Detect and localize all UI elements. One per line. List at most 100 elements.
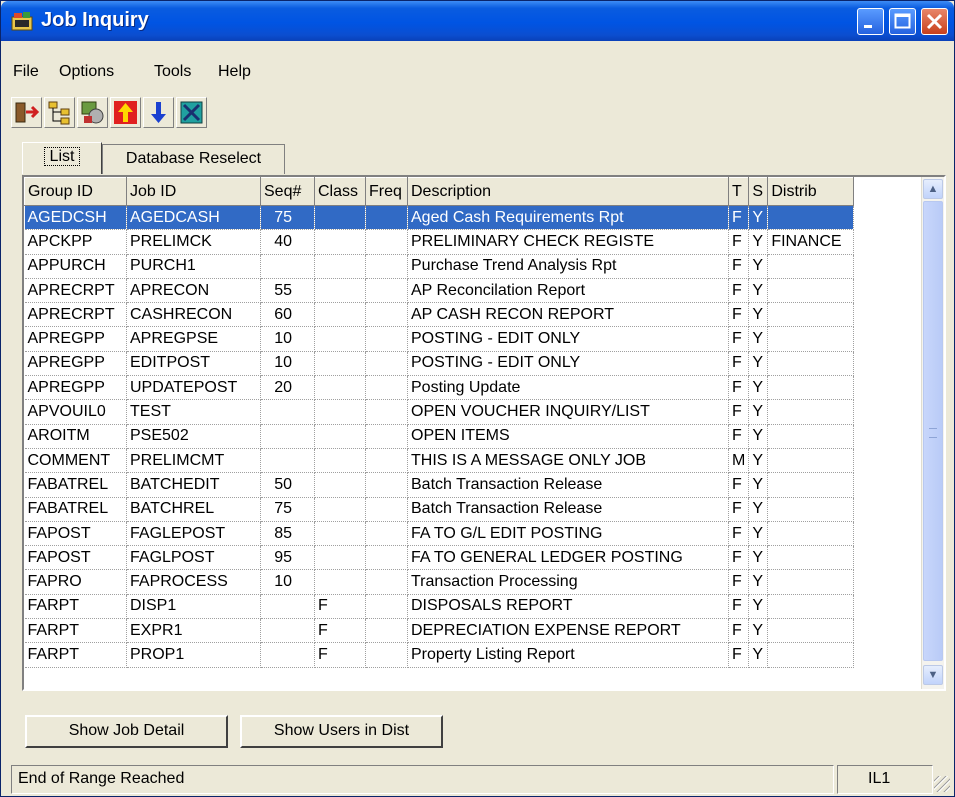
table-cell	[767, 569, 855, 595]
table-cell: F	[728, 254, 750, 279]
table-cell: F	[728, 642, 750, 668]
table-cell: TEST	[126, 399, 261, 425]
show-users-in-dist-button[interactable]: Show Users in Dist	[240, 715, 443, 748]
column-header-group-id[interactable]: Group ID	[24, 177, 127, 206]
table-cell: Posting Update	[407, 375, 729, 401]
table-row[interactable]: APREGPP EDITPOST 10 POSTING - EDIT ONLY F Y	[24, 351, 855, 377]
table-cell	[767, 254, 855, 279]
table-row[interactable]: APCKPP PRELIMCK 40 PRELIMINARY CHECK REGIST…	[24, 229, 855, 255]
table-cell	[767, 302, 855, 328]
table-cell	[365, 424, 408, 449]
tab-list[interactable]: List	[22, 142, 102, 174]
table-cell: Batch Transaction Release	[407, 472, 729, 498]
table-cell: Y	[748, 472, 769, 498]
scroll-up-button[interactable]: ▲	[923, 179, 943, 199]
close-icon	[926, 13, 943, 30]
table-cell	[314, 375, 366, 401]
column-header-freq[interactable]: Freq	[365, 177, 408, 206]
close-button[interactable]	[921, 8, 948, 35]
table-row[interactable]: APREGPP UPDATEPOST 20 Posting Update F Y	[24, 375, 855, 401]
table-cell	[314, 497, 366, 522]
table-row[interactable]: AGEDCSH AGEDCASH 75 Aged Cash Requirements …	[24, 205, 855, 231]
table-row[interactable]: FARPT DISP1 F DISPOSALS REPORT F Y	[24, 594, 855, 620]
job-grid[interactable]: Group ID Job ID Seq# Class Freq Description T S…	[22, 175, 946, 691]
table-cell: DISP1	[126, 594, 261, 620]
scroll-down-button[interactable]: ▼	[923, 665, 943, 685]
table-row[interactable]: APPURCH PURCH1 Purchase Trend Analysis Rpt…	[24, 254, 855, 279]
resize-grip-icon[interactable]	[934, 776, 950, 792]
table-cell: Y	[748, 642, 769, 668]
table-cell: 75	[260, 497, 315, 522]
table-cell: COMMENT	[24, 448, 127, 474]
table-cell	[767, 278, 855, 304]
table-cell: FAPOST	[24, 545, 127, 571]
table-row[interactable]: FABATREL BATCHEDIT 50 Batch Transaction Rel…	[24, 472, 855, 498]
table-row[interactable]: FAPRO FAPROCESS 10 Transaction Processing F Y	[24, 569, 855, 595]
table-cell: F	[728, 594, 750, 620]
menu-help[interactable]: Help	[218, 63, 251, 81]
table-cell: FA TO G/L EDIT POSTING	[407, 521, 729, 547]
move-down-button[interactable]	[143, 97, 174, 128]
table-cell: UPDATEPOST	[126, 375, 261, 401]
title-bar[interactable]: Job Inquiry	[1, 1, 954, 41]
table-cell: AP Reconcilation Report	[407, 278, 729, 304]
table-cell: F	[728, 351, 750, 377]
maximize-button[interactable]	[889, 8, 916, 35]
settings-button[interactable]	[77, 97, 108, 128]
table-row[interactable]: APRECRPT CASHRECON 60 AP CASH RECON REPORT F…	[24, 302, 855, 328]
table-row[interactable]: FAPOST FAGLEPOST 85 FA TO G/L EDIT POSTING F…	[24, 521, 855, 547]
table-row[interactable]: AROITM PSE502 OPEN ITEMS F Y	[24, 424, 855, 449]
table-cell	[767, 618, 855, 644]
table-cell: F	[728, 569, 750, 595]
table-row[interactable]: FARPT PROP1 F Property Listing Report F Y	[24, 642, 855, 668]
table-cell	[365, 351, 408, 377]
table-cell: 55	[260, 278, 315, 304]
column-header-description[interactable]: Description	[407, 177, 729, 206]
table-cell: Purchase Trend Analysis Rpt	[407, 254, 729, 279]
vertical-scrollbar[interactable]: ▲ ▼	[921, 177, 944, 689]
table-cell	[365, 521, 408, 547]
table-row[interactable]: FARPT EXPR1 F DEPRECIATION EXPENSE REPORT F Y	[24, 618, 855, 644]
table-row[interactable]: COMMENT PRELIMCMT THIS IS A MESSAGE ONLY J…	[24, 448, 855, 474]
table-cell	[314, 545, 366, 571]
table-row[interactable]: FAPOST FAGLPOST 95 FA TO GENERAL LEDGER POS…	[24, 545, 855, 571]
table-row[interactable]: APRECRPT APRECON 55 AP Reconcilation Report…	[24, 278, 855, 304]
table-row[interactable]: FABATREL BATCHREL 75 Batch Transaction Rele…	[24, 497, 855, 522]
table-cell: Y	[748, 375, 769, 401]
tab-database-reselect-label: Database Reselect	[125, 150, 262, 167]
column-header-job-id[interactable]: Job ID	[126, 177, 261, 206]
column-header-t[interactable]: T	[727, 177, 750, 206]
chevron-up-icon: ▲	[927, 183, 939, 195]
move-up-button[interactable]	[110, 97, 141, 128]
exit-button[interactable]	[11, 97, 42, 128]
tools-button[interactable]	[176, 97, 207, 128]
tree-view-button[interactable]	[44, 97, 75, 128]
tree-icon	[48, 101, 70, 125]
minimize-button[interactable]	[857, 8, 884, 35]
table-cell	[260, 448, 315, 474]
column-header-s[interactable]: S	[748, 177, 769, 206]
table-cell	[314, 326, 366, 352]
menu-file[interactable]: File	[13, 63, 39, 81]
table-cell: Y	[748, 448, 769, 474]
table-cell: BATCHEDIT	[126, 472, 261, 498]
table-row[interactable]: APVOUIL0 TEST OPEN VOUCHER INQUIRY/LIST F Y	[24, 399, 855, 425]
tools-icon	[180, 101, 203, 124]
table-row[interactable]: APREGPP APREGPSE 10 POSTING - EDIT ONLY F Y	[24, 326, 855, 352]
arrow-down-icon	[151, 102, 166, 123]
table-cell: 85	[260, 521, 315, 547]
column-header-distrib[interactable]: Distrib	[767, 177, 855, 206]
menu-tools[interactable]: Tools	[154, 63, 191, 81]
table-cell: Y	[748, 521, 769, 547]
table-cell	[365, 205, 408, 231]
column-header-seq[interactable]: Seq#	[260, 177, 315, 206]
menu-options[interactable]: Options	[59, 63, 114, 81]
column-header-class[interactable]: Class	[314, 177, 366, 206]
tab-database-reselect[interactable]: Database Reselect	[102, 144, 285, 174]
show-job-detail-button[interactable]: Show Job Detail	[25, 715, 228, 748]
scroll-thumb[interactable]	[923, 201, 943, 661]
table-cell	[260, 254, 315, 279]
table-cell: Y	[748, 229, 769, 255]
table-cell	[767, 545, 855, 571]
table-cell: Property Listing Report	[407, 642, 729, 668]
